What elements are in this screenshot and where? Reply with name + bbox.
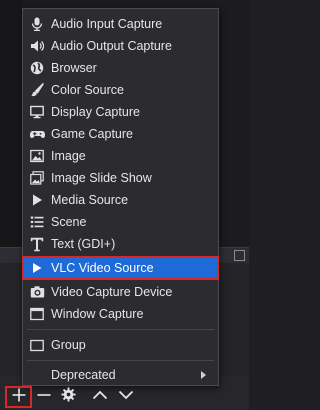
menu-item-label: Game Capture xyxy=(51,127,133,141)
monitor-icon xyxy=(29,104,45,120)
menu-item-label: Text (GDI+) xyxy=(51,237,116,251)
menu-item-video-capture-device[interactable]: Video Capture Device xyxy=(23,281,218,303)
list-icon xyxy=(29,214,45,230)
menu-item-audio-output-capture[interactable]: Audio Output Capture xyxy=(23,35,218,57)
microphone-icon xyxy=(29,16,45,32)
remove-source-button[interactable] xyxy=(34,386,54,408)
menu-item-label: Color Source xyxy=(51,83,124,97)
left-strip xyxy=(0,0,22,262)
menu-item-display-capture[interactable]: Display Capture xyxy=(23,101,218,123)
image-icon xyxy=(29,148,45,164)
folder-icon xyxy=(29,337,45,353)
minus-icon xyxy=(37,388,51,407)
menu-item-media-source[interactable]: Media Source xyxy=(23,189,218,211)
chevron-up-icon xyxy=(92,388,108,406)
menu-item-game-capture[interactable]: Game Capture xyxy=(23,123,218,145)
menu-item-label: VLC Video Source xyxy=(51,261,154,275)
blank-icon xyxy=(29,367,45,383)
menu-item-label: Window Capture xyxy=(51,307,144,321)
menu-item-color-source[interactable]: Color Source xyxy=(23,79,218,101)
menu-separator xyxy=(27,360,214,361)
menu-item-label: Video Capture Device xyxy=(51,285,173,299)
play-icon xyxy=(29,260,45,276)
menu-item-label: Media Source xyxy=(51,193,129,207)
menu-item-group[interactable]: Group xyxy=(23,334,218,356)
play-icon xyxy=(29,192,45,208)
source-properties-button[interactable] xyxy=(58,386,78,408)
gear-icon xyxy=(60,387,76,407)
menu-item-label: Image xyxy=(51,149,86,163)
menu-separator xyxy=(27,329,214,330)
menu-item-deprecated[interactable]: Deprecated xyxy=(23,364,218,386)
text-icon xyxy=(29,236,45,252)
move-source-up-button[interactable] xyxy=(90,386,110,408)
menu-item-label: Display Capture xyxy=(51,105,140,119)
menu-item-image[interactable]: Image xyxy=(23,145,218,167)
add-source-button[interactable] xyxy=(5,386,32,408)
menu-item-image-slide-show[interactable]: Image Slide Show xyxy=(23,167,218,189)
menu-item-scene[interactable]: Scene xyxy=(23,211,218,233)
submenu-arrow-icon xyxy=(201,371,206,379)
menu-item-label: Image Slide Show xyxy=(51,171,152,185)
menu-item-label: Scene xyxy=(51,215,87,229)
menu-item-label: Group xyxy=(51,338,86,352)
menu-item-text-gdi[interactable]: Text (GDI+) xyxy=(23,233,218,255)
move-source-down-button[interactable] xyxy=(116,386,136,408)
menu-item-label: Audio Output Capture xyxy=(51,39,172,53)
add-source-menu: Audio Input Capture Audio Output Capture… xyxy=(22,8,219,386)
globe-icon xyxy=(29,60,45,76)
menu-item-label: Deprecated xyxy=(51,368,116,382)
menu-item-vlc-video-source[interactable]: VLC Video Source xyxy=(22,256,219,280)
speaker-icon xyxy=(29,38,45,54)
menu-item-window-capture[interactable]: Window Capture xyxy=(23,303,218,325)
chevron-down-icon xyxy=(118,388,134,406)
menu-item-browser[interactable]: Browser xyxy=(23,57,218,79)
menu-item-audio-input-capture[interactable]: Audio Input Capture xyxy=(23,13,218,35)
camera-icon xyxy=(29,284,45,300)
float-panel-icon[interactable] xyxy=(234,250,245,261)
add-icon xyxy=(12,388,26,407)
menu-item-label: Browser xyxy=(51,61,97,75)
gamepad-icon xyxy=(29,126,45,142)
slideshow-icon xyxy=(29,170,45,186)
menu-item-label: Audio Input Capture xyxy=(51,17,163,31)
window-icon xyxy=(29,306,45,322)
brush-icon xyxy=(29,82,45,98)
